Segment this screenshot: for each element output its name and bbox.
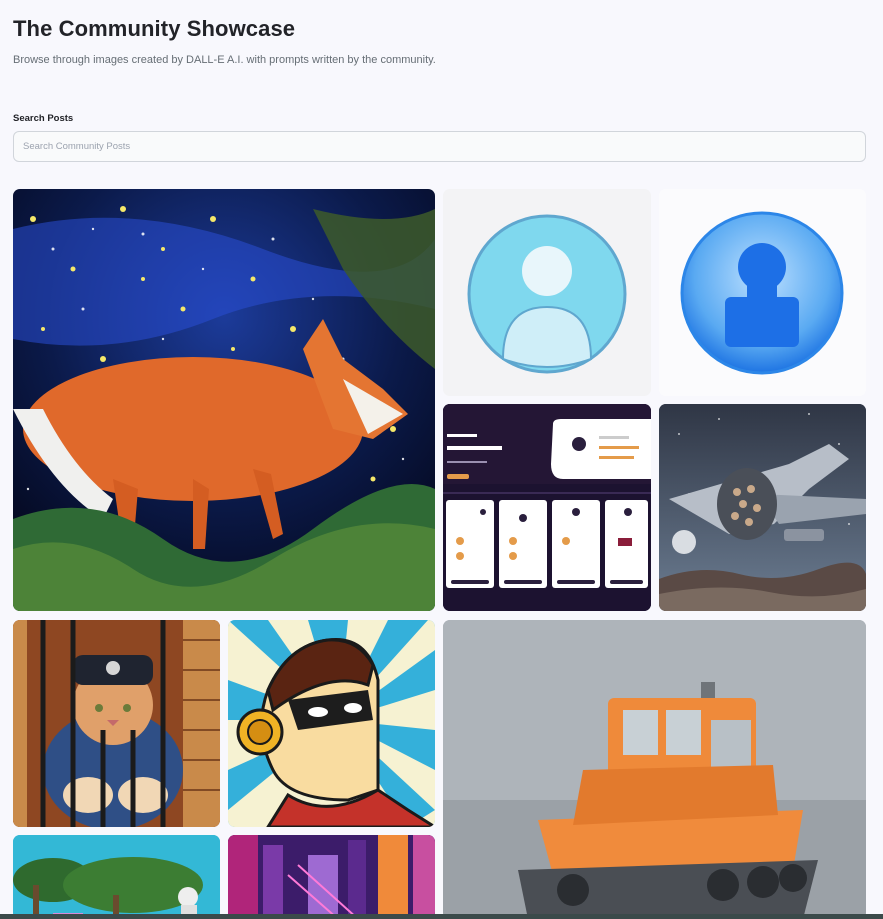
neon-city-image xyxy=(228,835,435,919)
cat-painting-image xyxy=(13,620,220,827)
community-showcase-page: The Community Showcase Browse through im… xyxy=(0,0,883,919)
superhero-image xyxy=(228,620,435,827)
page-title: The Community Showcase xyxy=(13,16,296,41)
gallery-card-fox[interactable] xyxy=(13,189,435,611)
user-avatar-icon xyxy=(659,189,866,396)
gallery-card-spaceship[interactable] xyxy=(659,404,866,611)
gallery-card-palms[interactable] xyxy=(13,835,220,919)
gallery-card-avatar-blue[interactable] xyxy=(659,189,866,396)
spaceship-image xyxy=(659,404,866,611)
search-input[interactable] xyxy=(13,131,866,162)
gallery-card-superhero[interactable] xyxy=(228,620,435,827)
bottom-strip xyxy=(0,914,883,919)
gallery-card-cat[interactable] xyxy=(13,620,220,827)
gallery-card-avatar-cyan[interactable] xyxy=(443,189,651,396)
palm-trees-image xyxy=(13,835,220,919)
search-label: Search Posts xyxy=(13,113,74,124)
gallery-card-neon-city[interactable] xyxy=(228,835,435,919)
gallery-card-tugboat[interactable] xyxy=(443,620,866,919)
dashboard-mockup-image xyxy=(443,404,651,611)
tugboat-render-image xyxy=(443,620,866,919)
page-subtitle: Browse through images created by DALL-E … xyxy=(13,54,436,66)
fox-painting-image xyxy=(13,189,435,611)
user-avatar-icon xyxy=(443,189,651,396)
gallery-card-dashboard[interactable] xyxy=(443,404,651,611)
